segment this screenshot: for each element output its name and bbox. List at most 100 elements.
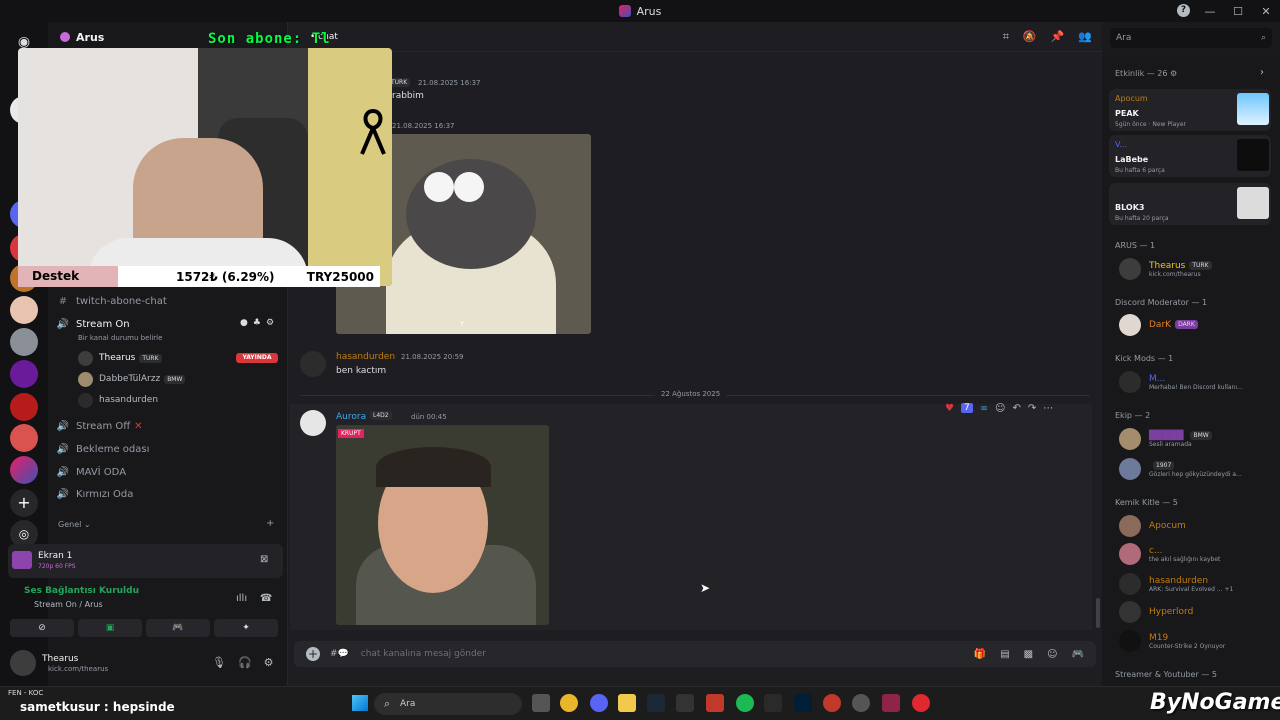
app-icon[interactable] xyxy=(882,694,900,712)
message-composer[interactable]: + #💬 chat kanalına mesaj gönder 🎁 ▤ ▩ ☺ … xyxy=(294,641,1096,667)
member-list-icon[interactable]: 👥 xyxy=(1078,30,1092,43)
number-reaction-badge[interactable]: 7 xyxy=(960,403,973,413)
pin-icon[interactable]: 📌 xyxy=(1051,30,1065,43)
scrollbar[interactable] xyxy=(1096,598,1100,628)
activity-header[interactable]: Etkinlik — 26 ⚙ xyxy=(1115,69,1177,78)
spotify-icon[interactable] xyxy=(736,694,754,712)
message-timestamp: 21.08.2025 20:59 xyxy=(401,353,464,361)
voice-user[interactable]: hasandurden xyxy=(78,390,158,410)
screen-share-button[interactable]: ▣ xyxy=(78,619,142,637)
channel-kirmizi-oda[interactable]: 🔊 Kırmızı Oda xyxy=(56,484,134,504)
server-icon[interactable] xyxy=(10,296,38,324)
avatar[interactable] xyxy=(300,351,326,377)
voice-connected-channel[interactable]: Stream On / Arus xyxy=(34,600,103,609)
avatar[interactable] xyxy=(300,410,326,436)
member-item[interactable]: Thearus TURK kick.com/thearus xyxy=(1119,257,1212,281)
message-author[interactable]: Aurora xyxy=(336,412,366,422)
channel-mavi-oda[interactable]: 🔊 MAVİ ODA xyxy=(56,462,126,482)
app-icon[interactable] xyxy=(823,694,841,712)
heart-reaction-icon[interactable]: ♥ xyxy=(945,403,954,414)
settings-icon[interactable]: ⚙ xyxy=(266,318,274,328)
add-server-icon[interactable]: + xyxy=(10,489,38,517)
voice-channel-icon: 🔊 xyxy=(56,466,70,478)
taskbar-search[interactable]: Ara xyxy=(374,693,522,715)
stop-stream-icon[interactable]: ⊠ xyxy=(260,554,268,565)
add-reaction-icon[interactable]: ☺ xyxy=(995,403,1005,414)
photoshop-icon[interactable] xyxy=(794,694,812,712)
member-item[interactable]: M... Merhaba! Ben Discord kullanı... xyxy=(1119,370,1243,394)
message-hover-actions: ♥ 7 ∞ ☺ ↶ ↷ ⋯ xyxy=(945,400,1053,416)
epic-games-icon[interactable] xyxy=(764,694,782,712)
reply-icon[interactable]: ↶ xyxy=(1012,403,1020,414)
member-item[interactable]: DarK DARK xyxy=(1119,313,1198,337)
gift-icon[interactable]: 🎁 xyxy=(974,649,986,660)
microphone-icon[interactable]: 🎙 xyxy=(212,656,226,669)
opera-icon[interactable] xyxy=(912,694,930,712)
gif-icon[interactable]: ▤ xyxy=(1000,649,1009,660)
soundboard-button[interactable]: ✦ xyxy=(214,619,278,637)
app-launcher-icon[interactable]: 🎮 xyxy=(1072,649,1084,660)
member-item[interactable]: 1907 Gözleri hep gökyüzündeydi a... xyxy=(1119,457,1242,481)
threads-icon[interactable]: ⌗ xyxy=(1003,30,1009,44)
forward-icon[interactable]: ↷ xyxy=(1028,403,1036,414)
windows-start-icon[interactable] xyxy=(352,695,368,711)
steam-icon[interactable] xyxy=(647,694,665,712)
activity-card[interactable]: BLOK3 Bu hafta 20 parça xyxy=(1109,183,1271,225)
channel-stream-on[interactable]: 🔊 Stream On xyxy=(56,314,130,334)
chat-icon[interactable]: ● xyxy=(240,318,248,328)
sticker-icon[interactable]: ▩ xyxy=(1024,649,1033,660)
category-genel[interactable]: Genel ⌄ xyxy=(58,520,91,529)
voice-user[interactable]: DabbeTülArzz BMW xyxy=(78,369,186,389)
app-icon[interactable] xyxy=(706,694,724,712)
server-icon[interactable] xyxy=(10,424,38,452)
activity-card[interactable]: Apocum PEAK 5gün önce · New Player xyxy=(1109,89,1271,131)
channel-status-hint[interactable]: Bir kanal durumu belirle xyxy=(78,334,162,342)
server-icon[interactable] xyxy=(10,328,38,356)
disconnect-icon[interactable]: ☎ xyxy=(260,593,272,604)
member-item[interactable]: M19 Counter-Strike 2 Oynuyor xyxy=(1119,629,1225,653)
chrome-icon[interactable] xyxy=(560,694,578,712)
minimize-icon[interactable]: — xyxy=(1196,5,1224,18)
mute-icon[interactable]: 🔕 xyxy=(1023,30,1037,43)
emoji-icon[interactable]: ☺ xyxy=(1047,649,1057,660)
server-icon[interactable] xyxy=(10,360,38,388)
member-item[interactable]: hasandurden ARK: Survival Evolved ... +1 xyxy=(1119,572,1233,596)
member-item[interactable]: Hyperlord xyxy=(1119,600,1193,624)
task-view-icon[interactable] xyxy=(532,694,550,712)
app-icon[interactable] xyxy=(852,694,870,712)
channel-twitch-abone-chat[interactable]: # twitch-abone-chat xyxy=(56,291,167,311)
loop-reaction-icon[interactable]: ∞ xyxy=(980,403,988,414)
voice-user[interactable]: Thearus TURK xyxy=(78,348,162,368)
member-item[interactable]: █████ BMW Sesli aramada xyxy=(1119,427,1212,451)
camera-off-button[interactable]: ⊘ xyxy=(10,619,74,637)
activity-card[interactable]: V... LaBebe Bu hafta 6 parça xyxy=(1109,135,1271,177)
file-explorer-icon[interactable] xyxy=(618,694,636,712)
activity-button[interactable]: 🎮 xyxy=(146,619,210,637)
message-author[interactable]: hasandurden xyxy=(336,352,395,362)
gif-attachment[interactable]: KRUPT xyxy=(336,425,549,625)
channel-bekleme-odasi[interactable]: 🔊 Bekleme odası xyxy=(56,439,150,459)
member-item[interactable]: c... the akıl sağlığını kaybet xyxy=(1119,542,1220,566)
maximize-icon[interactable]: ☐ xyxy=(1224,5,1252,18)
more-icon[interactable]: ⋯ xyxy=(1043,403,1053,414)
user-avatar[interactable] xyxy=(10,650,36,676)
voice-connected-label[interactable]: Ses Bağlantısı Kuruldu xyxy=(24,586,139,596)
app-icon[interactable] xyxy=(676,694,694,712)
add-member-icon[interactable]: ♣ xyxy=(253,318,261,328)
close-icon[interactable]: ✕ xyxy=(1252,5,1280,18)
channel-label: Kırmızı Oda xyxy=(76,488,134,500)
member-item[interactable]: Apocum xyxy=(1119,514,1186,538)
search-input[interactable]: Ara ⌕ xyxy=(1110,28,1272,48)
create-channel-icon[interactable]: + xyxy=(266,518,274,529)
chevron-right-icon[interactable]: › xyxy=(1260,67,1264,78)
server-icon[interactable] xyxy=(10,456,38,484)
attach-icon[interactable]: + xyxy=(306,647,320,661)
user-settings-icon[interactable]: ⚙ xyxy=(264,656,274,669)
headphones-icon[interactable]: 🎧 xyxy=(238,656,252,669)
server-icon[interactable] xyxy=(10,393,38,421)
noise-suppression-icon[interactable]: ıllı xyxy=(236,593,247,604)
discord-icon[interactable] xyxy=(590,694,608,712)
channel-stream-off[interactable]: 🔊 Stream Off ✕ xyxy=(56,416,143,436)
webcam-overlay xyxy=(18,48,392,286)
help-icon[interactable]: ? xyxy=(1177,4,1190,17)
